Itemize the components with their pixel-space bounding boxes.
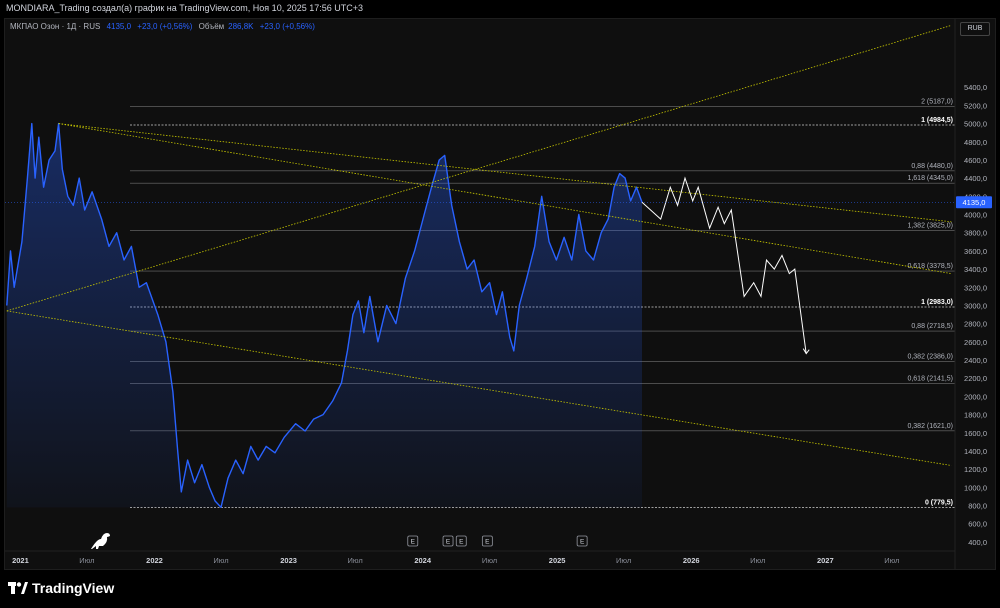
- footer: TradingView: [0, 570, 1000, 608]
- y-tick-label: 3800,0: [964, 229, 987, 238]
- y-tick-label: 1600,0: [964, 429, 987, 438]
- tradingview-logo-text: TradingView: [32, 580, 115, 596]
- legend-volume: 286,8K: [228, 22, 254, 31]
- price-chart[interactable]: 2 (5187,0) 1 (4984,5) 0,88 (4480,0) 1,618 (…: [5, 19, 995, 569]
- fib-level-label: 1,382 (3825,0): [907, 222, 953, 229]
- y-tick-label: 1400,0: [964, 447, 987, 456]
- fib-level-label: 0,618 (3378,5): [907, 263, 953, 270]
- y-tick-label: 4400,0: [964, 174, 987, 183]
- x-tick-label: 2022: [146, 556, 163, 565]
- y-tick-label: 4800,0: [964, 138, 987, 147]
- x-tick-label: Июл: [79, 556, 94, 565]
- fib-level-label: 1,618 (4345,0): [907, 175, 953, 182]
- legend-symbol: МКПАО Озон · 1Д · RUS: [10, 22, 101, 31]
- price-area-fill: [6, 123, 643, 508]
- fib-level-label: 0,618 (2141,5): [907, 376, 953, 383]
- x-tick-label: 2023: [280, 556, 297, 565]
- legend-price: 4135,0: [106, 22, 132, 31]
- fib-level-label: 1 (4984,5): [921, 117, 953, 124]
- y-tick-label: 4000,0: [964, 211, 987, 220]
- x-tick-label: Июл: [482, 556, 497, 565]
- projection-line: [641, 176, 807, 354]
- x-tick-label: Июл: [347, 556, 362, 565]
- fib-level-label: 2 (5187,0): [921, 99, 953, 106]
- dino-icon: [91, 533, 110, 549]
- y-tick-label: 3000,0: [964, 301, 987, 310]
- y-tick-label: 800,0: [968, 502, 987, 511]
- fib-level-label: 0,88 (4480,0): [911, 163, 953, 170]
- y-tick-label: 5400,0: [964, 83, 987, 92]
- trend-line: [58, 123, 952, 275]
- fib-level-label: 0,88 (2718,5): [911, 323, 953, 330]
- earnings-marker-label: E: [459, 539, 464, 546]
- earnings-marker-label: E: [485, 539, 490, 546]
- y-tick-label: 4600,0: [964, 156, 987, 165]
- chart-legend: МКПАО Озон · 1Д · RUS 4135,0 +23,0 (+0,5…: [10, 22, 319, 31]
- y-tick-label: 5000,0: [964, 120, 987, 129]
- earnings-marker-label: E: [580, 539, 585, 546]
- y-tick-label: 1000,0: [964, 483, 987, 492]
- earnings-marker-label: E: [411, 539, 416, 546]
- x-tick-label: 2027: [817, 556, 834, 565]
- chart-frame[interactable]: 2 (5187,0) 1 (4984,5) 0,88 (4480,0) 1,618 (…: [4, 18, 996, 570]
- x-tick-label: Июл: [750, 556, 765, 565]
- fib-level-label: 0,382 (2386,0): [907, 353, 953, 360]
- currency-button[interactable]: RUB: [960, 22, 990, 36]
- y-tick-label: 1800,0: [964, 411, 987, 420]
- y-tick-label: 1200,0: [964, 465, 987, 474]
- y-tick-label: 400,0: [968, 538, 987, 547]
- y-tick-label: 2400,0: [964, 356, 987, 365]
- x-tick-label: Июл: [213, 556, 228, 565]
- trend-line: [6, 24, 952, 312]
- y-tick-label: 2800,0: [964, 320, 987, 329]
- y-tick-label: 3200,0: [964, 283, 987, 292]
- last-price-tag-label: 4135,0: [963, 198, 986, 207]
- y-tick-label: 5200,0: [964, 101, 987, 110]
- y-tick-label: 3600,0: [964, 247, 987, 256]
- fib-level-label: 0 (779,5): [925, 499, 953, 506]
- legend-change: +23,0 (+0,56%): [137, 22, 193, 31]
- y-tick-label: 3400,0: [964, 265, 987, 274]
- x-tick-label: Июл: [616, 556, 631, 565]
- earnings-marker-label: E: [446, 539, 451, 546]
- x-tick-label: Июл: [884, 556, 899, 565]
- legend-volume-change: +23,0 (+0,56%): [259, 22, 315, 31]
- tradingview-logo-icon: [8, 582, 28, 594]
- y-tick-label: 2200,0: [964, 374, 987, 383]
- trend-line: [58, 123, 952, 223]
- y-tick-label: 2000,0: [964, 392, 987, 401]
- fib-level-label: 0,382 (1621,0): [907, 423, 953, 430]
- x-tick-label: 2026: [683, 556, 700, 565]
- y-tick-label: 600,0: [968, 520, 987, 529]
- x-tick-label: 2025: [549, 556, 566, 565]
- x-tick-label: 2024: [414, 556, 432, 565]
- fib-level-label: 1 (2983,0): [921, 299, 953, 306]
- window-header: MONDIARA_Trading создал(а) график на Tra…: [0, 0, 1000, 18]
- y-tick-label: 2600,0: [964, 338, 987, 347]
- legend-volume-label: Объём: [198, 22, 225, 31]
- x-tick-label: 2021: [12, 556, 29, 565]
- header-title: MONDIARA_Trading создал(а) график на Tra…: [6, 3, 363, 13]
